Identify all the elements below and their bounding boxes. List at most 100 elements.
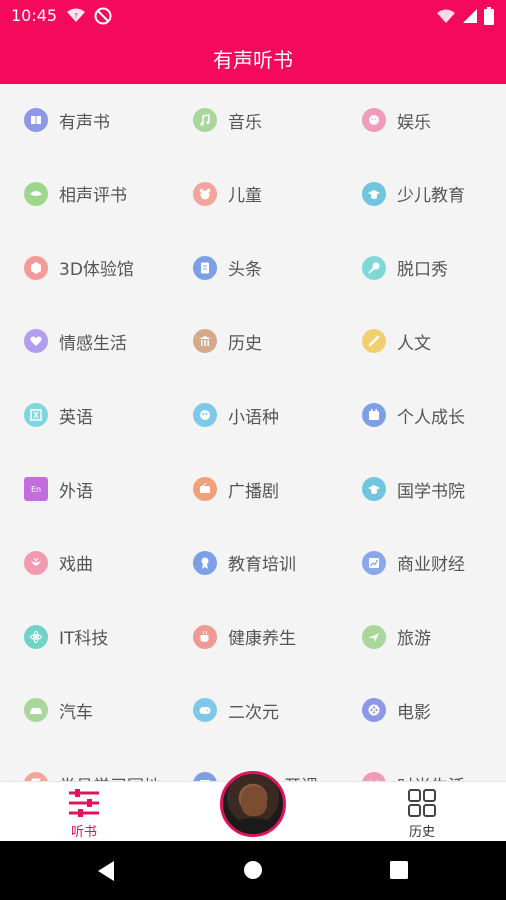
cup-icon bbox=[193, 624, 217, 649]
category-item[interactable]: 儿童 bbox=[193, 174, 361, 214]
category-item[interactable]: En 外语 bbox=[24, 469, 192, 509]
fan-icon bbox=[24, 181, 48, 206]
battery-icon bbox=[484, 7, 494, 25]
category-item[interactable]: 少儿教育 bbox=[362, 174, 506, 214]
plane-icon bbox=[362, 624, 386, 649]
cube-icon bbox=[24, 255, 48, 280]
category-label: 教育培训 bbox=[228, 555, 296, 576]
translate-icon bbox=[24, 403, 48, 428]
page-title: 有声听书 bbox=[213, 48, 293, 72]
category-item[interactable]: 头条 bbox=[193, 248, 361, 288]
category-item[interactable]: 电影 bbox=[362, 690, 506, 730]
system-nav-bar bbox=[0, 841, 506, 900]
category-label: 有声书 bbox=[59, 112, 110, 133]
category-label: 少儿教育 bbox=[397, 186, 465, 207]
radio-icon bbox=[193, 477, 217, 501]
category-label: 历史 bbox=[228, 333, 262, 354]
category-label: 旅游 bbox=[397, 629, 431, 650]
signal-icon bbox=[463, 9, 477, 23]
brush-icon bbox=[362, 329, 386, 354]
category-item[interactable]: 音乐 bbox=[193, 100, 361, 140]
category-item[interactable]: 戏曲 bbox=[24, 543, 192, 583]
category-item[interactable]: 商业财经 bbox=[362, 543, 506, 583]
award-icon bbox=[193, 550, 217, 575]
category-item[interactable]: 党员学习园地 bbox=[24, 764, 192, 781]
sliders-icon bbox=[69, 789, 99, 817]
app-bar: 有声听书 bbox=[0, 32, 506, 84]
heart-icon bbox=[24, 329, 48, 354]
category-item[interactable]: 人文 bbox=[362, 321, 506, 361]
film-icon bbox=[362, 698, 386, 723]
category-item[interactable]: 时尚生活 bbox=[362, 764, 506, 781]
flag-icon bbox=[24, 772, 48, 781]
category-item[interactable]: 个人成长 bbox=[362, 395, 506, 435]
category-label: 二次元 bbox=[228, 702, 279, 723]
category-label: 商业财经 bbox=[397, 555, 465, 576]
fashion-icon bbox=[362, 772, 386, 781]
category-item[interactable]: 有声书 bbox=[24, 100, 192, 140]
category-item[interactable]: 娱乐 bbox=[362, 100, 506, 140]
nav-tab-listen[interactable]: 听书 bbox=[44, 788, 124, 840]
category-label: 外语 bbox=[59, 481, 93, 502]
calendar-icon bbox=[362, 403, 386, 428]
class-icon bbox=[193, 772, 217, 781]
wifi-icon bbox=[437, 9, 455, 23]
category-item[interactable]: 开课 bbox=[193, 764, 361, 781]
temple-icon bbox=[193, 329, 217, 354]
status-time: 10:45 bbox=[11, 6, 58, 25]
book-icon bbox=[24, 108, 48, 132]
recents-icon[interactable] bbox=[390, 861, 408, 879]
category-label: IT科技 bbox=[59, 629, 109, 650]
category-label: 脱口秀 bbox=[397, 260, 448, 281]
category-label: 小语种 bbox=[228, 407, 279, 428]
category-label: 时尚生活 bbox=[397, 772, 465, 781]
category-item[interactable]: 相声评书 bbox=[24, 174, 192, 214]
category-item[interactable]: 历史 bbox=[193, 321, 361, 361]
avatar-player-button[interactable] bbox=[220, 771, 286, 837]
nav-tab-listen-label: 听书 bbox=[70, 825, 97, 840]
nav-tab-history-label: 历史 bbox=[408, 825, 435, 840]
svg-text:?: ? bbox=[74, 12, 78, 20]
category-item[interactable]: IT科技 bbox=[24, 617, 192, 657]
dnd-icon bbox=[94, 7, 112, 25]
category-item[interactable]: 脱口秀 bbox=[362, 248, 506, 288]
category-label: 儿童 bbox=[228, 186, 262, 207]
category-label: 戏曲 bbox=[59, 555, 93, 576]
category-label: 3D体验馆 bbox=[59, 260, 134, 281]
category-item[interactable]: 3D体验馆 bbox=[24, 248, 192, 288]
status-bar: 10:45 ? bbox=[0, 0, 506, 32]
category-item[interactable]: 健康养生 bbox=[193, 617, 361, 657]
document-icon bbox=[193, 255, 217, 280]
avatar-face bbox=[241, 786, 267, 816]
nav-tab-history[interactable]: 历史 bbox=[382, 788, 462, 840]
category-item[interactable]: 小语种 bbox=[193, 395, 361, 435]
category-label-tail: 开课 bbox=[284, 772, 318, 781]
category-grid: 有声书 音乐 娱乐相声评书 儿童 少儿教育 3D体验馆 头条 脱口秀情感生活 历史 人文英语 小语种… bbox=[0, 84, 506, 781]
category-item[interactable]: 广播剧 bbox=[193, 469, 361, 509]
category-item[interactable]: 情感生活 bbox=[24, 321, 192, 361]
category-label: 音乐 bbox=[228, 112, 262, 133]
category-label: 头条 bbox=[228, 260, 262, 281]
smile-icon bbox=[362, 108, 386, 132]
wifi-question-icon: ? bbox=[67, 8, 85, 22]
microphone-icon bbox=[362, 255, 386, 280]
category-label: 情感生活 bbox=[59, 333, 127, 354]
category-label: 个人成长 bbox=[397, 407, 465, 428]
globe-icon bbox=[193, 403, 217, 428]
bear-icon bbox=[193, 181, 217, 206]
category-item[interactable]: 英语 bbox=[24, 395, 192, 435]
category-label: 人文 bbox=[397, 333, 431, 354]
category-item[interactable]: 国学书院 bbox=[362, 469, 506, 509]
category-item[interactable]: 旅游 bbox=[362, 617, 506, 657]
category-label: 国学书院 bbox=[397, 481, 465, 502]
category-item[interactable]: 二次元 bbox=[193, 690, 361, 730]
category-item[interactable]: 汽车 bbox=[24, 690, 192, 730]
back-icon[interactable] bbox=[96, 860, 116, 882]
category-item[interactable]: 教育培训 bbox=[193, 543, 361, 583]
car-icon bbox=[24, 698, 48, 723]
home-icon[interactable] bbox=[243, 860, 263, 880]
category-label: 相声评书 bbox=[59, 186, 127, 207]
grid-icon bbox=[408, 789, 436, 817]
music-icon bbox=[193, 108, 217, 132]
gamepad-icon bbox=[193, 698, 217, 723]
